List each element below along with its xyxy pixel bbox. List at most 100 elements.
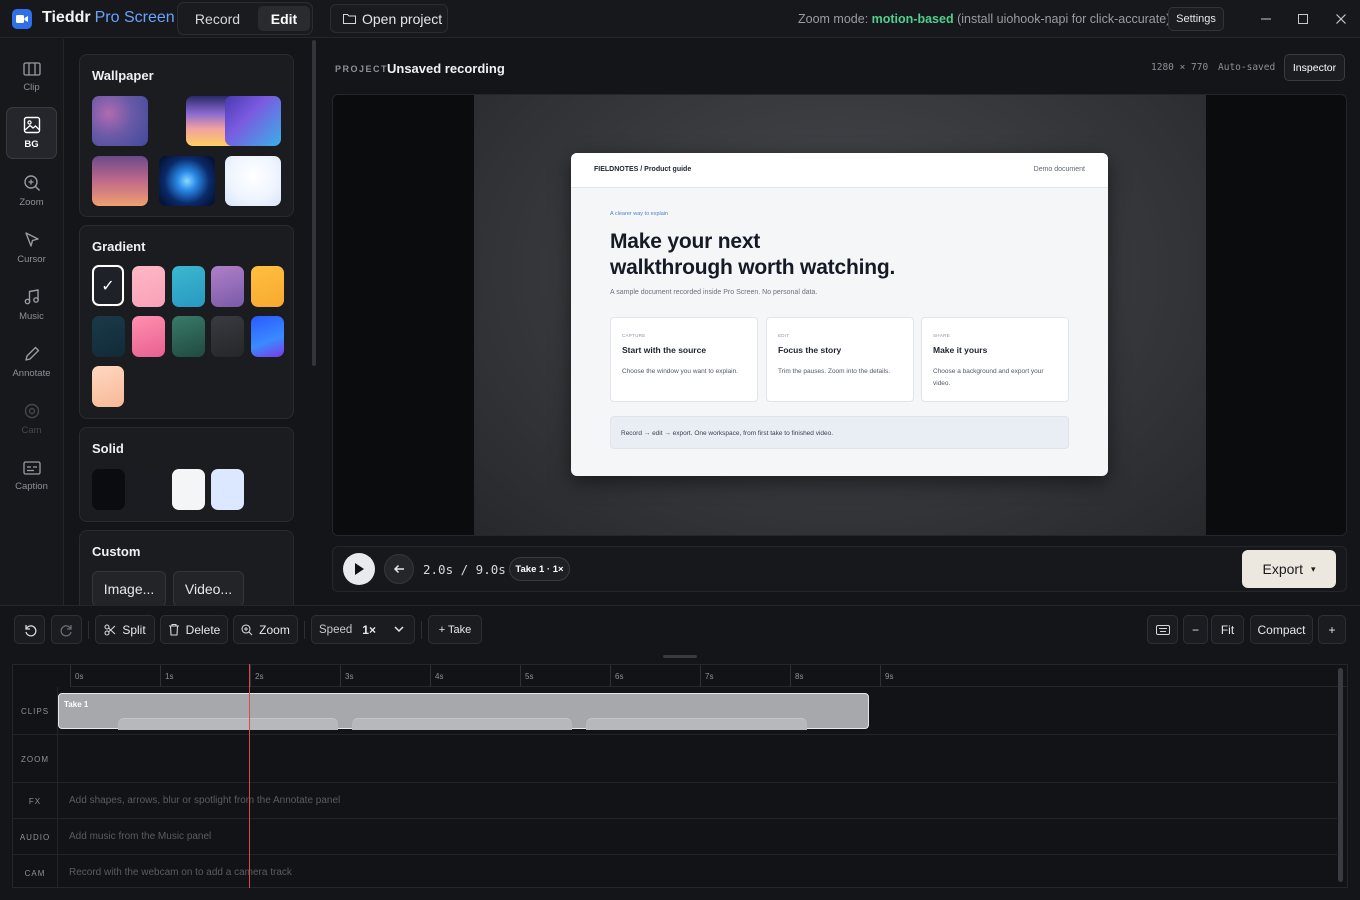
chevron-down-icon (394, 626, 404, 633)
timeline-scrollbar[interactable] (1338, 668, 1343, 882)
gradient-title: Gradient (92, 239, 146, 254)
custom-image-button[interactable]: Image... (92, 571, 166, 607)
delete-button[interactable]: Delete (160, 615, 228, 644)
rail-item-clip[interactable]: Clip (6, 51, 57, 103)
add-zoom-button[interactable]: Zoom (233, 615, 298, 644)
lane-label-fx: FX (28, 797, 42, 806)
solid-swatch[interactable] (172, 469, 205, 510)
rail-item-cam[interactable]: Cam (6, 393, 57, 445)
maximize-icon[interactable] (1293, 9, 1313, 29)
rail-item-music[interactable]: Music (6, 279, 57, 331)
gradient-swatch[interactable] (132, 266, 165, 307)
image-icon (23, 116, 40, 134)
minimize-icon[interactable] (1256, 9, 1276, 29)
gradient-swatch[interactable] (132, 316, 165, 357)
columns-icon (22, 62, 41, 76)
save-status: Auto-saved (1218, 62, 1276, 73)
resize-handle[interactable] (663, 655, 697, 658)
fit-button[interactable]: Fit (1211, 615, 1244, 644)
panel-scrollbar[interactable] (312, 40, 316, 366)
solid-swatch[interactable] (92, 469, 125, 510)
keyboard-shortcuts-button[interactable] (1147, 615, 1178, 644)
time-ruler[interactable]: 0s 1s 2s 3s 4s 5s 6s 7s 8s 9s (70, 665, 1347, 687)
zoom-mode-value: motion-based (871, 12, 954, 26)
preview-canvas[interactable]: FIELDNOTES / Product guide Demo document… (474, 95, 1206, 535)
ruler-tick: 9s (880, 665, 893, 687)
record-mode-button[interactable]: Record (182, 6, 253, 31)
clip-name: Take 1 (64, 700, 89, 709)
export-label: Export (1262, 561, 1303, 577)
wallpaper-swatch[interactable] (159, 156, 215, 206)
split-button[interactable]: Split (95, 615, 155, 644)
undo-icon (24, 624, 36, 636)
gradient-swatch[interactable] (92, 366, 124, 407)
playhead[interactable] (249, 664, 250, 888)
lane-divider (13, 818, 1337, 819)
solid-card: Solid (79, 427, 294, 522)
clip-segment[interactable] (586, 718, 807, 730)
rail-item-bg[interactable]: BG (6, 107, 57, 159)
gradient-swatch[interactable] (211, 316, 244, 357)
toolbar-divider (304, 621, 305, 639)
left-rail: Clip BG Zoom Cursor Music Annotate Cam C… (0, 39, 64, 605)
take-badge[interactable]: Take 1 · 1× (509, 557, 570, 581)
speed-select[interactable]: Speed 1× (311, 615, 415, 644)
wallpaper-swatch[interactable] (92, 96, 148, 146)
settings-button[interactable]: Settings (1168, 7, 1224, 31)
wallpaper-swatch[interactable] (225, 156, 281, 206)
rail-item-cursor[interactable]: Cursor (6, 222, 57, 274)
solid-swatch[interactable] (211, 469, 244, 510)
timeline: 0s 1s 2s 3s 4s 5s 6s 7s 8s 9s CLIPS ZOOM FX Add s… (12, 664, 1348, 888)
add-take-button[interactable]: + Take (428, 615, 482, 644)
zoom-in-icon (23, 175, 40, 191)
open-project-button[interactable]: Open project (330, 4, 448, 33)
redo-button[interactable] (51, 615, 82, 644)
gradient-swatch[interactable] (92, 316, 125, 357)
rail-item-zoom[interactable]: Zoom (6, 165, 57, 217)
ruler-tick-label: 7s (705, 672, 714, 681)
timeline-zoom-in-button[interactable]: + (1318, 615, 1346, 644)
gradient-swatch[interactable] (211, 266, 244, 307)
clip-segment[interactable] (352, 718, 572, 730)
play-icon (355, 563, 364, 575)
rail-label-clip: Clip (23, 82, 40, 93)
project-name: Unsaved recording (387, 61, 505, 76)
wallpaper-swatch[interactable] (225, 96, 281, 146)
lane-divider (13, 734, 1337, 735)
gradient-swatch[interactable] (251, 266, 284, 307)
toolbar-divider (421, 621, 422, 639)
ruler-tick-label: 2s (255, 672, 264, 681)
play-button[interactable] (343, 553, 375, 585)
rail-label-bg: BG (24, 139, 39, 150)
ruler-tick-label: 3s (345, 672, 354, 681)
clip-segment[interactable] (118, 718, 338, 730)
card-kicker: SHARE (933, 333, 951, 338)
zoom-label: Zoom (259, 622, 290, 637)
undo-button[interactable] (14, 615, 45, 644)
folder-icon (343, 14, 356, 24)
inspector-button[interactable]: Inspector (1284, 54, 1345, 81)
document-footer-banner: Record → edit → export. One workspace, f… (610, 416, 1069, 449)
project-label: PROJECT (335, 64, 389, 74)
jump-back-button[interactable] (384, 554, 414, 584)
rail-item-annotate[interactable]: Annotate (6, 336, 57, 388)
wallpaper-swatch[interactable] (92, 156, 148, 206)
app-name: Tieddr Pro Screen (42, 9, 175, 26)
close-icon[interactable] (1331, 9, 1351, 29)
custom-video-button[interactable]: Video... (173, 571, 244, 607)
document-card: CAPTURE Start with the source Choose the… (610, 317, 758, 402)
compact-button[interactable]: Compact (1250, 615, 1313, 644)
export-button[interactable]: Export ▾ (1242, 550, 1336, 588)
zoom-mode-status: Zoom mode: motion-based (install uiohook… (798, 12, 1171, 26)
edit-mode-button[interactable]: Edit (258, 6, 310, 31)
timeline-zoom-out-button[interactable]: − (1183, 615, 1208, 644)
solid-swatch[interactable] (132, 469, 165, 510)
gradient-swatch[interactable] (172, 316, 205, 357)
gradient-swatch[interactable] (251, 316, 284, 357)
pencil-icon (24, 346, 39, 361)
gradient-swatch[interactable] (172, 266, 205, 307)
gradient-swatch-selected[interactable]: ✓ (92, 265, 124, 306)
rail-item-caption[interactable]: Caption (6, 450, 57, 502)
ruler-tick-label: 5s (525, 672, 534, 681)
clip-take-1[interactable]: Take 1 (58, 693, 869, 730)
